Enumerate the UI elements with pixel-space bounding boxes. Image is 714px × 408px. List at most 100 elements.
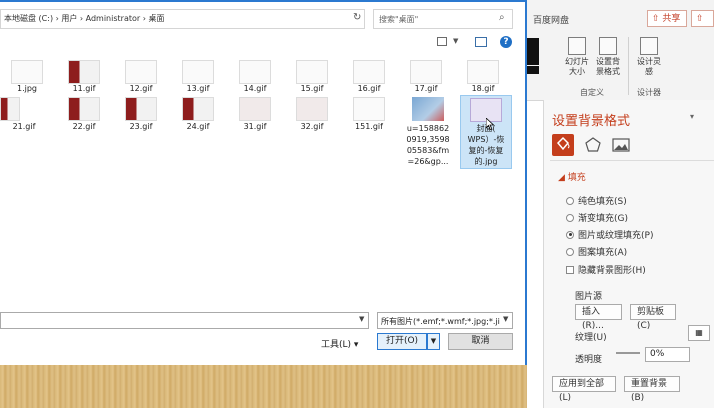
file-label[interactable]: 14.gif	[227, 83, 283, 94]
insert-picture-dialog	[0, 0, 527, 365]
file-label[interactable]: 16.gif	[341, 83, 397, 94]
radio-gradient[interactable]	[566, 213, 574, 222]
preview-pane-icon[interactable]	[475, 37, 487, 47]
option-pattern-fill[interactable]: 图案填充(A)	[566, 245, 627, 258]
cancel-button[interactable]: 取消	[448, 333, 513, 350]
tools-label: 工具(L)	[321, 340, 352, 350]
group-custom-label: 自定义	[580, 88, 604, 97]
design-ideas-button[interactable]: 设计灵感	[637, 37, 661, 77]
apply-all-button[interactable]: 应用到全部(L)	[552, 376, 616, 403]
file-thumb[interactable]	[125, 60, 157, 84]
file-thumb[interactable]	[296, 60, 328, 84]
tools-menu[interactable]: 工具(L) ▾	[321, 337, 358, 350]
fill-header-label: 填充	[567, 173, 586, 183]
file-label[interactable]: 17.gif	[398, 83, 454, 94]
file-label[interactable]: 1.jpg	[0, 83, 55, 94]
search-icon[interactable]: ⌕	[499, 12, 505, 23]
file-label[interactable]: 22.gif	[56, 121, 112, 132]
transparency-value-input[interactable]: 0%	[645, 347, 690, 362]
file-thumb[interactable]	[11, 60, 43, 84]
file-label[interactable]: 23.gif	[113, 121, 169, 132]
file-name-input[interactable]	[0, 312, 369, 329]
insert-button[interactable]: 插入(R)...	[575, 304, 622, 331]
tab-effects[interactable]	[582, 134, 604, 156]
more-share-button[interactable]: ⇧	[691, 10, 714, 27]
option-pattern-label: 图案填充(A)	[578, 248, 628, 258]
group-designer-label: 设计器	[637, 88, 661, 97]
file-thumb[interactable]	[410, 60, 442, 84]
open-dropdown-button[interactable]: ▼	[427, 333, 440, 350]
tab-fill[interactable]	[552, 134, 574, 156]
chevron-down-icon[interactable]: ▼	[503, 315, 508, 323]
chevron-down-icon[interactable]: ▼	[453, 37, 458, 45]
baidu-cloud-label[interactable]: 百度网盘	[533, 13, 569, 26]
pane-options-icon[interactable]: ▾	[690, 112, 694, 121]
clipboard-button[interactable]: 剪贴板(C)	[630, 304, 676, 331]
address-path[interactable]: 本地磁盘 (C:) › 用户 › Administrator › 桌面	[4, 13, 164, 24]
file-label[interactable]: 15.gif	[284, 83, 340, 94]
file-thumb[interactable]	[353, 60, 385, 84]
pentagon-icon	[585, 137, 601, 152]
view-options-icon[interactable]	[437, 37, 447, 46]
file-thumb[interactable]	[68, 97, 100, 121]
file-label-photo[interactable]: u=158862 0919,3598 05583&fm =26&gp...	[400, 123, 456, 167]
pane-separator	[550, 160, 714, 161]
file-thumb[interactable]	[296, 97, 328, 121]
open-button[interactable]: 打开(O)	[377, 333, 427, 350]
refresh-icon[interactable]: ↻	[353, 12, 361, 23]
design-ideas-label: 设计灵感	[637, 57, 661, 76]
file-label[interactable]: 18.gif	[455, 83, 511, 94]
file-label[interactable]: 12.gif	[113, 83, 169, 94]
checkbox-hide-bg[interactable]	[566, 265, 574, 274]
file-thumb[interactable]	[467, 60, 499, 84]
chevron-down-icon[interactable]: ▼	[359, 315, 364, 323]
file-thumb[interactable]	[125, 97, 157, 121]
file-label[interactable]: 32.gif	[284, 121, 340, 132]
option-solid-fill[interactable]: 纯色填充(S)	[566, 194, 627, 207]
transparency-slider[interactable]	[616, 352, 640, 354]
radio-solid[interactable]	[566, 196, 574, 205]
file-label[interactable]: 24.gif	[170, 121, 226, 132]
option-gradient-fill[interactable]: 渐变填充(G)	[566, 211, 628, 224]
slide-size-button[interactable]: 幻灯片大小	[564, 37, 590, 77]
file-label[interactable]: 151.gif	[341, 121, 397, 132]
file-thumb[interactable]	[239, 60, 271, 84]
share-icon-2: ⇧	[696, 14, 704, 24]
file-label[interactable]: 11.gif	[56, 83, 112, 94]
mouse-cursor-icon	[486, 118, 494, 130]
tab-picture[interactable]	[610, 134, 632, 156]
share-button[interactable]: ⇧ 共享	[647, 10, 687, 27]
design-ideas-icon	[640, 37, 658, 55]
file-photo-line: 05583&fm	[406, 146, 450, 155]
file-label[interactable]: 13.gif	[170, 83, 226, 94]
radio-pattern[interactable]	[566, 247, 574, 256]
hide-bg-label: 隐藏背景图形(H)	[578, 266, 646, 276]
file-thumb[interactable]	[353, 97, 385, 121]
format-bg-button[interactable]: 设置背景格式	[594, 37, 622, 77]
option-picture-fill[interactable]: 图片或纹理填充(P)	[566, 228, 653, 241]
file-label[interactable]: 21.gif	[0, 121, 52, 132]
pane-title: 设置背景格式	[552, 114, 631, 129]
file-thumb[interactable]	[182, 60, 214, 84]
file-thumb-photo[interactable]	[412, 97, 444, 121]
chevron-down-icon: ▾	[353, 340, 359, 350]
file-thumb[interactable]	[0, 97, 20, 121]
reset-bg-button[interactable]: 重置背景(B)	[624, 376, 680, 403]
fill-section-header[interactable]: ◢ 填充	[558, 170, 586, 183]
file-thumb[interactable]	[68, 60, 100, 84]
texture-label: 纹理(U)	[575, 333, 607, 343]
file-type-value[interactable]: 所有图片(*.emf;*.wmf;*.jpg;*.ji	[381, 316, 500, 327]
file-label[interactable]: 31.gif	[227, 121, 283, 132]
color-swatch-black	[527, 38, 539, 65]
share-icon: ⇧	[652, 14, 660, 24]
file-thumb[interactable]	[239, 97, 271, 121]
file-photo-line: =26&gp...	[407, 157, 449, 166]
help-icon[interactable]: ?	[500, 36, 512, 48]
radio-picture[interactable]	[566, 230, 574, 239]
file-thumb[interactable]	[182, 97, 214, 121]
slide-size-icon	[568, 37, 586, 55]
option-hide-bg[interactable]: 隐藏背景图形(H)	[566, 263, 646, 276]
texture-picker[interactable]: ▦	[688, 325, 710, 341]
search-input[interactable]: 搜索"桌面"	[379, 14, 418, 25]
file-selected-line: 的.jpg	[474, 157, 498, 166]
